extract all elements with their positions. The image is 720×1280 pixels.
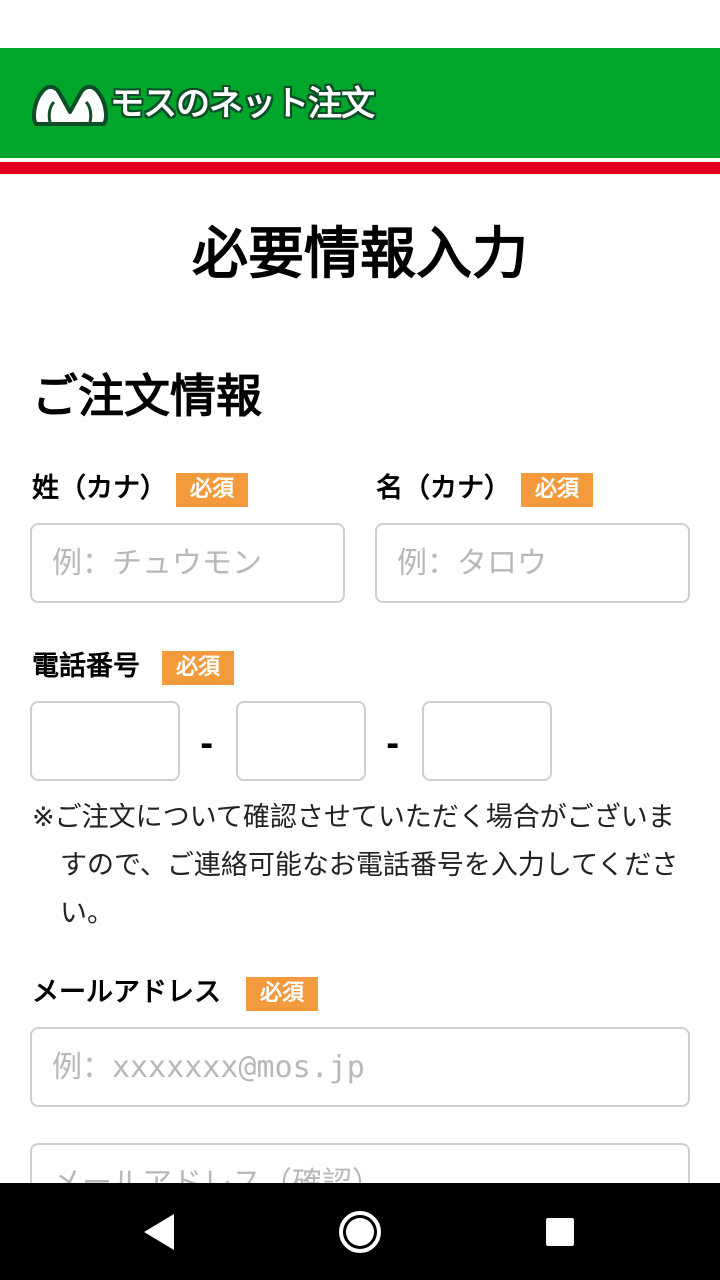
first-name-kana-input[interactable] (375, 523, 690, 603)
phone-separator: - (200, 725, 214, 763)
page-title: 必要情報入力 (192, 222, 528, 287)
last-name-kana-input[interactable] (30, 523, 345, 603)
phone-separator: - (386, 725, 400, 763)
phone-label: 電話番号 (32, 651, 140, 682)
section-title-order-info: ご注文情報 (32, 369, 262, 423)
system-nav-bar (0, 1183, 720, 1280)
required-badge: 必須 (521, 473, 594, 507)
first-name-label: 名（カナ） (376, 473, 511, 504)
phone-part3-input[interactable] (422, 701, 552, 781)
recents-square-icon[interactable] (510, 1183, 610, 1280)
logo-text[interactable]: モスのネット注文 (110, 80, 375, 128)
mos-burger-logo-icon[interactable] (30, 78, 110, 130)
phone-part1-input[interactable] (30, 701, 180, 781)
email-input[interactable] (30, 1027, 690, 1107)
email-label: メールアドレス (32, 977, 221, 1008)
back-triangle-icon[interactable] (110, 1183, 210, 1280)
phone-part2-input[interactable] (236, 701, 366, 781)
header-red-stripe (0, 162, 720, 174)
required-badge: 必須 (176, 473, 249, 507)
phone-note: ※ご注文について確認させていただく場合がございますので、ご連絡可能なお電話番号を… (32, 802, 679, 929)
required-badge: 必須 (246, 977, 319, 1011)
home-circle-icon[interactable] (310, 1183, 410, 1280)
last-name-label: 姓（カナ） (32, 473, 167, 504)
status-bar (0, 0, 720, 48)
required-badge: 必須 (162, 651, 235, 685)
page: モスのネット注文 必要情報入力 ご注文情報 姓（カナ） 必須 名（カナ） 必須 … (0, 0, 720, 1280)
